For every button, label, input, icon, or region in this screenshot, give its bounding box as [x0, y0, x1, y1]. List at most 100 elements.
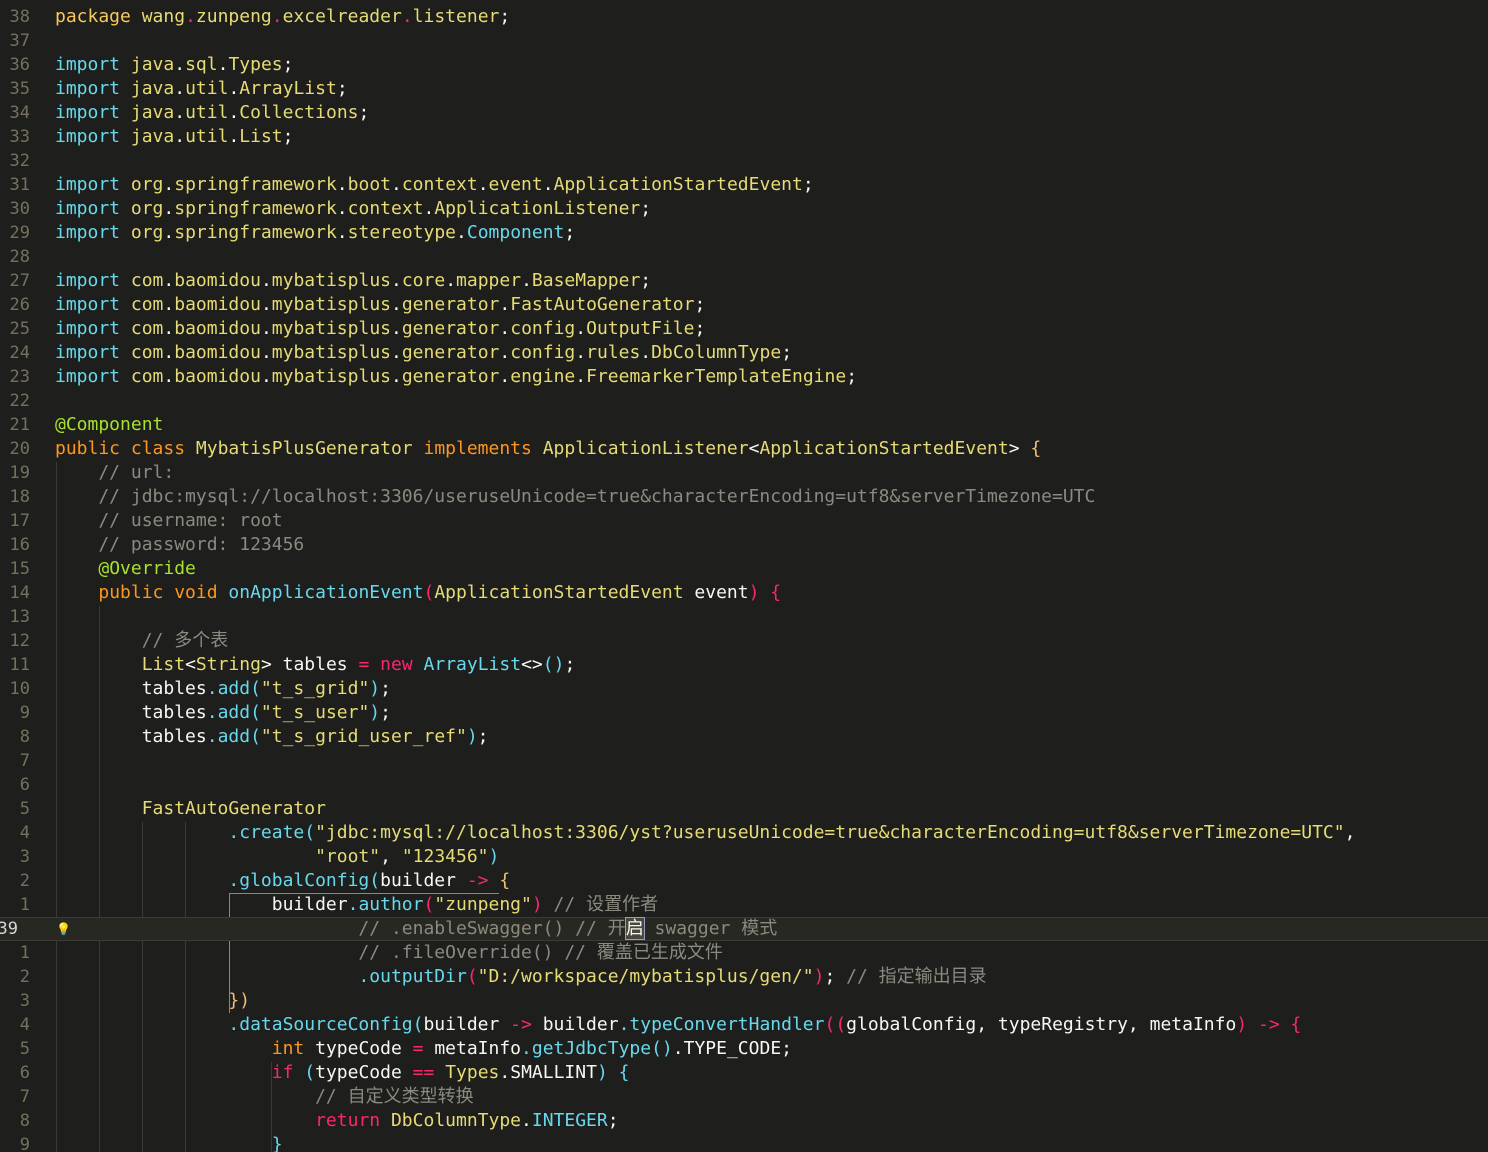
code-token: import	[55, 318, 121, 339]
code-token: <	[748, 438, 760, 459]
line-number: 12	[9, 631, 30, 651]
code-line[interactable]: 19 // url:	[0, 461, 1488, 485]
code-line[interactable]: 28	[0, 245, 1488, 269]
code-token: if	[271, 1062, 294, 1083]
line-number: 10	[9, 679, 30, 699]
code-line[interactable]: 33 import java.util.List;	[0, 125, 1488, 149]
code-token: com	[130, 270, 164, 291]
line-code: package wang.zunpeng.excelreader.listene…	[55, 5, 510, 29]
code-line[interactable]: 32	[0, 149, 1488, 173]
code-token: implements	[423, 438, 532, 459]
line-number: 22	[9, 391, 30, 411]
code-line[interactable]: 8 return DbColumnType.INTEGER;	[0, 1109, 1488, 1133]
code-token: ;	[694, 294, 706, 315]
code-line[interactable]: 5 FastAutoGenerator	[0, 797, 1488, 821]
code-line[interactable]: 21 @Component	[0, 413, 1488, 437]
code-line[interactable]: 8 tables.add("t_s_grid_user_ref");	[0, 725, 1488, 749]
line-number: 5	[19, 1039, 30, 1059]
code-line[interactable]: 23 import com.baomidou.mybatisplus.genera…	[0, 365, 1488, 389]
code-line[interactable]: 9 tables.add("t_s_user");	[0, 701, 1488, 725]
code-line[interactable]: 25 import com.baomidou.mybatisplus.genera…	[0, 317, 1488, 341]
code-token: // username: root	[55, 510, 283, 531]
code-token: generator	[401, 342, 500, 363]
code-token: generator	[401, 366, 500, 387]
code-line[interactable]: 37	[0, 29, 1488, 53]
code-token: .	[521, 1038, 532, 1059]
code-token: Component	[466, 222, 565, 243]
code-line[interactable]: 12 // 多个表	[0, 629, 1488, 653]
code-token: ;	[499, 6, 511, 27]
code-line[interactable]: 36 import java.sql.Types;	[0, 53, 1488, 77]
code-token: import	[55, 54, 121, 75]
code-line[interactable]: 1 builder.author("zunpeng") // 设置作者	[0, 893, 1488, 917]
code-line[interactable]: 6 if (typeCode == Types.SMALLINT) {	[0, 1061, 1488, 1085]
code-token: sql	[185, 54, 218, 75]
code-token: .	[260, 318, 272, 339]
code-token: // url:	[55, 462, 175, 483]
code-line[interactable]: 35 import java.util.ArrayList;	[0, 77, 1488, 101]
code-token: <	[185, 654, 196, 675]
code-line[interactable]: 2 .globalConfig(builder -> {	[0, 869, 1488, 893]
code-token: ;	[282, 54, 294, 75]
code-token: ;	[607, 1110, 619, 1131]
code-line[interactable]: 4 .dataSourceConfig(builder -> builder.t…	[0, 1013, 1488, 1037]
code-line[interactable]: 3 "root", "123456")	[0, 845, 1488, 869]
line-number: 19	[9, 463, 30, 483]
line-code: import java.sql.Types;	[55, 53, 293, 77]
code-line[interactable]: 1 // .fileOverride() // 覆盖已生成文件	[0, 941, 1488, 965]
line-number: 28	[9, 247, 30, 267]
code-token: swagger 模式	[643, 918, 778, 939]
code-line[interactable]: 7	[0, 749, 1488, 773]
code-line[interactable]: 38 package wang.zunpeng.excelreader.liste…	[0, 5, 1488, 29]
code-line[interactable]: 30 import org.springframework.context.App…	[0, 197, 1488, 221]
line-code: int typeCode = metaInfo.getJdbcType().TY…	[55, 1037, 792, 1061]
code-token: ;	[282, 126, 294, 147]
code-line[interactable]: 22	[0, 389, 1488, 413]
code-token: .	[174, 126, 186, 147]
code-token: .	[391, 270, 402, 291]
code-line[interactable]: 6	[0, 773, 1488, 797]
code-line[interactable]: 15 @Override	[0, 557, 1488, 581]
code-token: > tables	[260, 654, 359, 675]
code-line[interactable]: 24 import com.baomidou.mybatisplus.genera…	[0, 341, 1488, 365]
code-line[interactable]: 13	[0, 605, 1488, 629]
code-line[interactable]: 14 public void onApplicationEvent(Applic…	[0, 581, 1488, 605]
code-token: FastAutoGenerator	[141, 798, 326, 819]
code-token: (	[250, 702, 261, 723]
code-token: (	[369, 870, 381, 891]
code-line-current[interactable]: 39 💡 // .enableSwagger() // 开启 swagger 模式	[0, 917, 1488, 941]
code-token: zunpeng	[195, 6, 272, 27]
code-line[interactable]: 18 // jdbc:mysql://localhost:3306/userus…	[0, 485, 1488, 509]
code-line[interactable]: 34 import java.util.Collections;	[0, 101, 1488, 125]
line-number: 31	[9, 175, 30, 195]
code-line[interactable]: 4 .create("jdbc:mysql://localhost:3306/y…	[0, 821, 1488, 845]
code-line[interactable]: 9 }	[0, 1133, 1488, 1152]
code-token: config	[510, 318, 576, 339]
code-line[interactable]: 7 // 自定义类型转换	[0, 1085, 1488, 1109]
code-token: "t_s_grid"	[260, 678, 370, 699]
code-line[interactable]: 16 // password: 123456	[0, 533, 1488, 557]
code-token: ()	[542, 654, 565, 675]
code-line[interactable]: 31 import org.springframework.boot.contex…	[0, 173, 1488, 197]
code-line[interactable]: 20 public class MybatisPlusGenerator impl…	[0, 437, 1488, 461]
code-line[interactable]: 11 List<String> tables = new ArrayList<>…	[0, 653, 1488, 677]
code-token: java	[130, 78, 175, 99]
code-token: )	[531, 894, 543, 915]
code-line[interactable]: 29 import org.springframework.stereotype.…	[0, 221, 1488, 245]
code-line[interactable]: 26 import com.baomidou.mybatisplus.genera…	[0, 293, 1488, 317]
code-line[interactable]: 5 int typeCode = metaInfo.getJdbcType().…	[0, 1037, 1488, 1061]
code-token: ()	[651, 1038, 673, 1059]
code-line[interactable]: 3 })	[0, 989, 1488, 1013]
code-line[interactable]: 10 tables.add("t_s_grid");	[0, 677, 1488, 701]
code-line[interactable]: 2 .outputDir("D:/workspace/mybatisplus/g…	[0, 965, 1488, 989]
code-line[interactable]: 27 import com.baomidou.mybatisplus.core.m…	[0, 269, 1488, 293]
line-number: 33	[9, 127, 30, 147]
line-number: 25	[9, 319, 30, 339]
line-number: 8	[19, 1111, 30, 1131]
code-editor[interactable]: 38 package wang.zunpeng.excelreader.liste…	[0, 0, 1488, 1152]
code-line[interactable]: 17 // username: root	[0, 509, 1488, 533]
